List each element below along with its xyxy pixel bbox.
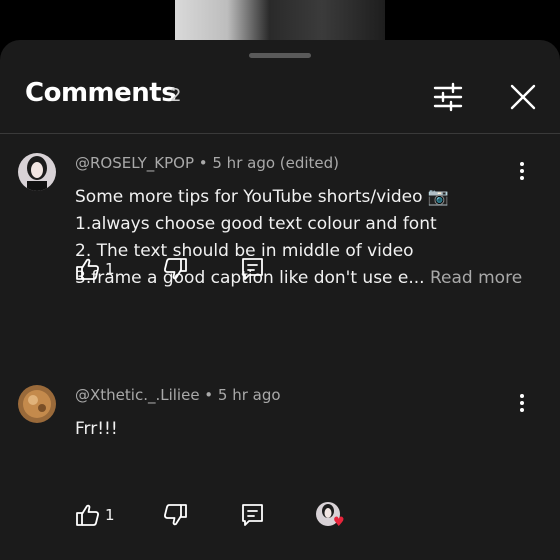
reply-icon[interactable] xyxy=(240,256,266,284)
read-more-link[interactable]: Read more xyxy=(430,268,522,288)
drag-handle[interactable] xyxy=(249,53,311,58)
thumb-down-icon[interactable] xyxy=(162,256,188,284)
header-divider xyxy=(0,133,560,134)
comment-line: 1.always choose good text colour and fon… xyxy=(75,214,437,234)
comment-count: 2 xyxy=(170,85,182,106)
heart-icon: ♥ xyxy=(333,515,345,530)
sliders-icon[interactable] xyxy=(431,80,465,114)
comment-actions: 1 ♥ xyxy=(75,502,375,532)
thumb-down-icon[interactable] xyxy=(162,502,188,530)
comment-actions: 1 xyxy=(75,256,375,286)
sheet-title: Comments xyxy=(25,78,177,108)
comment-item: @Xthetic._.Liliee • 5 hr ago Frr!!! 1 ♥ xyxy=(0,382,560,529)
reply-icon[interactable] xyxy=(240,502,266,530)
more-vert-icon[interactable] xyxy=(512,158,532,184)
comment-author-meta[interactable]: @Xthetic._.Liliee • 5 hr ago xyxy=(75,386,281,404)
comments-sheet: Comments 2 @ROSELY_KPOP • 5 hr ago (edit… xyxy=(0,40,560,560)
close-icon[interactable] xyxy=(506,80,540,114)
more-vert-icon[interactable] xyxy=(512,390,532,416)
like-count: 1 xyxy=(105,260,115,278)
comment-item: @ROSELY_KPOP • 5 hr ago (edited) Some mo… xyxy=(0,150,560,350)
comment-line: Frr!!! xyxy=(75,419,118,439)
comment-author-meta[interactable]: @ROSELY_KPOP • 5 hr ago (edited) xyxy=(75,154,339,172)
like-count: 1 xyxy=(105,506,115,524)
thumb-up-icon[interactable] xyxy=(75,502,101,530)
avatar[interactable] xyxy=(18,385,56,423)
thumb-up-icon[interactable] xyxy=(75,256,101,284)
comment-text: Frr!!! xyxy=(75,416,118,443)
comment-line: Some more tips for YouTube shorts/video … xyxy=(75,187,450,207)
video-thumbnail xyxy=(175,0,385,42)
avatar[interactable] xyxy=(18,153,56,191)
